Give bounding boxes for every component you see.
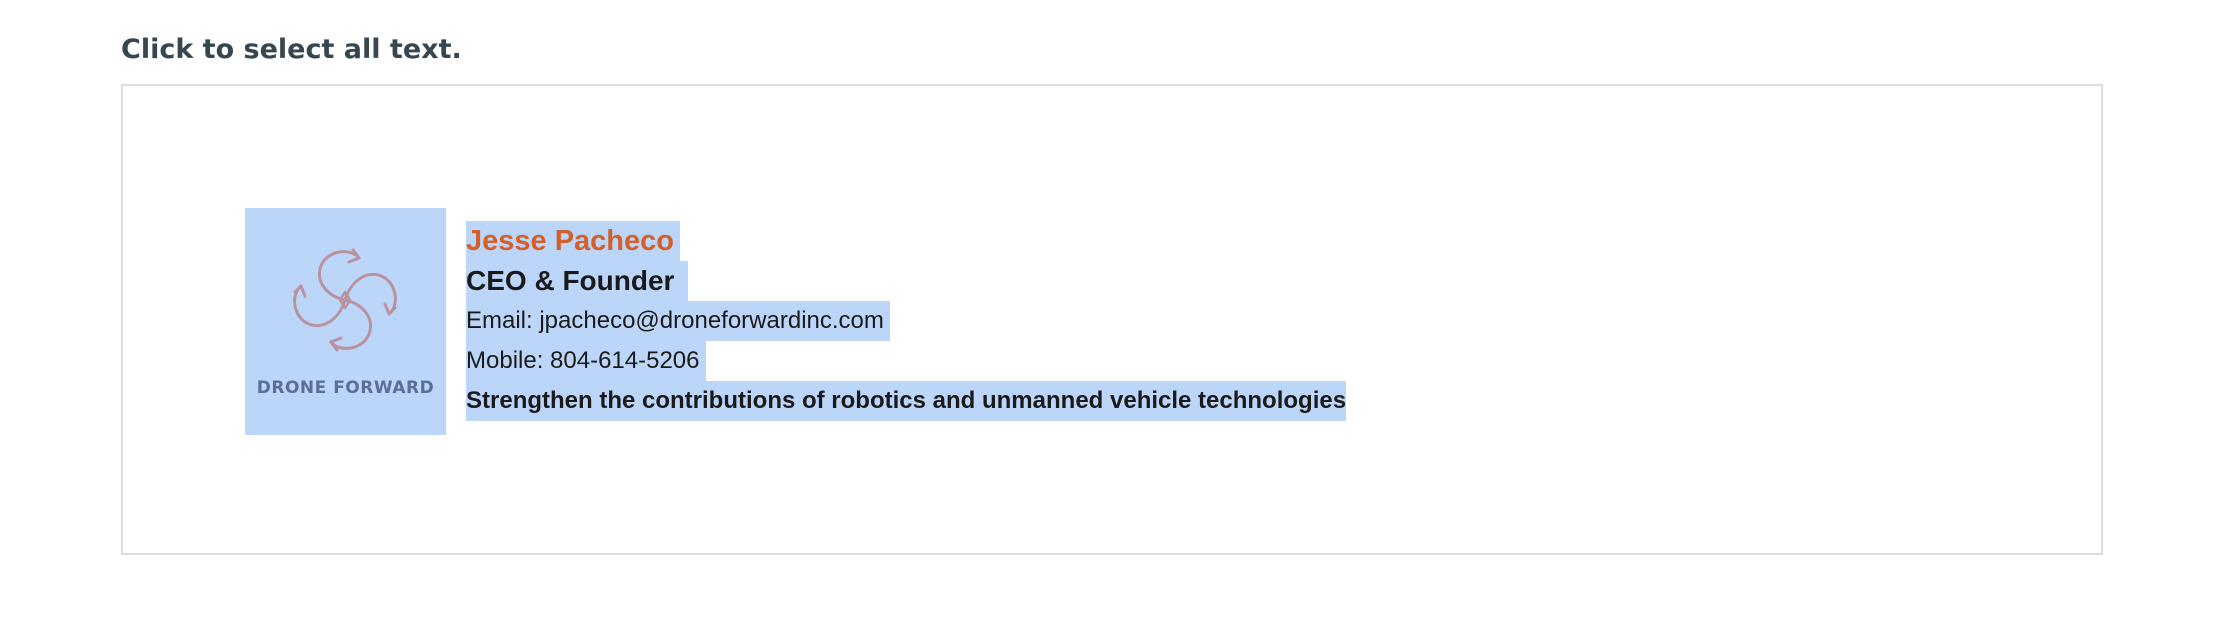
- signature-mobile: Mobile: 804-614-5206: [466, 341, 706, 381]
- company-logo: DRONE FORWARD: [245, 208, 446, 435]
- drone-arrows-icon: [293, 248, 397, 352]
- signature-name: Jesse Pacheco: [466, 221, 680, 261]
- logo-company-name: DRONE FORWARD: [256, 378, 435, 398]
- signature-email: Email: jpacheco@droneforwardinc.com: [466, 301, 890, 341]
- signature-preview-box[interactable]: DRONE FORWARD Jesse Pacheco CEO & Founde…: [121, 84, 2103, 555]
- signature-role: CEO & Founder: [466, 261, 689, 301]
- instruction-text: Click to select all text.: [121, 34, 462, 65]
- signature-tagline: Strengthen the contributions of robotics…: [466, 381, 1347, 421]
